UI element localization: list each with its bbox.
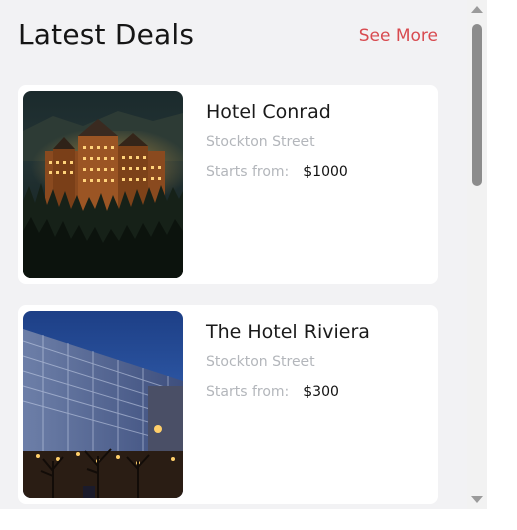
scrollbar-thumb[interactable] xyxy=(472,24,482,186)
scroll-down-arrow-icon[interactable] xyxy=(471,496,483,503)
price-label: Starts from: xyxy=(206,384,290,400)
see-more-link[interactable]: See More xyxy=(359,26,438,46)
section-header: Latest Deals See More xyxy=(18,18,438,51)
deal-card-the-hotel-riviera[interactable]: The Hotel Riviera Stockton Street Starts… xyxy=(18,305,438,504)
vertical-scrollbar[interactable] xyxy=(467,0,487,509)
modern-hotel-dusk-photo xyxy=(23,311,183,498)
hotel-image[interactable] xyxy=(23,91,183,278)
hotel-image[interactable] xyxy=(23,311,183,498)
deal-card-hotel-conrad[interactable]: Hotel Conrad Stockton Street Starts from… xyxy=(18,85,438,284)
castle-hotel-night-photo xyxy=(23,91,183,278)
price-row: Starts from: $1000 xyxy=(206,164,348,180)
hotel-name: The Hotel Riviera xyxy=(206,321,370,343)
price-value: $1000 xyxy=(303,164,348,180)
price-value: $300 xyxy=(303,384,339,400)
hotel-street: Stockton Street xyxy=(206,354,315,370)
scroll-up-arrow-icon[interactable] xyxy=(471,6,483,13)
hotel-street: Stockton Street xyxy=(206,134,315,150)
price-label: Starts from: xyxy=(206,164,290,180)
section-title: Latest Deals xyxy=(18,18,195,51)
price-row: Starts from: $300 xyxy=(206,384,339,400)
deals-panel: Latest Deals See More Hotel Conrad Stock… xyxy=(0,0,467,509)
hotel-name: Hotel Conrad xyxy=(206,101,331,123)
